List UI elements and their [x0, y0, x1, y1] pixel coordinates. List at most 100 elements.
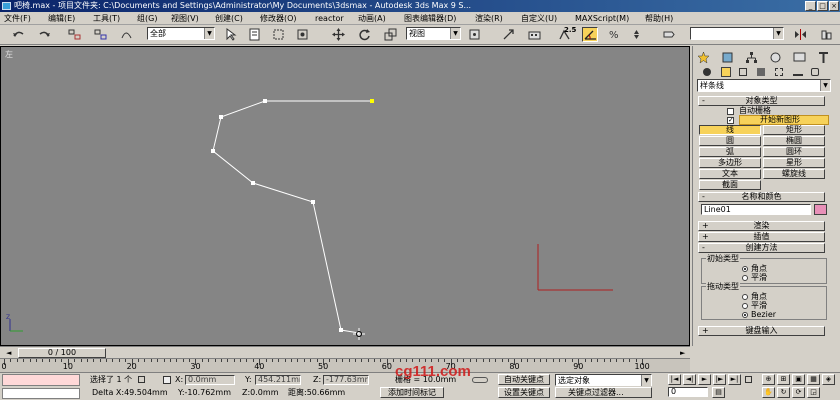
maximize-button[interactable]: □ [817, 1, 828, 11]
named-selection-dropdown[interactable]: ▼ [690, 27, 784, 40]
rendering-rollout-header[interactable]: + 渲染 [698, 221, 825, 231]
close-button[interactable]: × [829, 1, 839, 11]
y-coord-field[interactable]: 454.211mm [255, 375, 301, 385]
add-time-tag-button[interactable]: 添加时间标记 [380, 387, 444, 398]
select-object-icon[interactable] [222, 27, 238, 42]
left-viewport[interactable]: 左 Z [0, 46, 690, 346]
select-and-rotate-icon[interactable] [356, 27, 372, 42]
menu-animation[interactable]: 动画(A) [358, 13, 386, 24]
menu-edit[interactable]: 编辑(E) [48, 13, 75, 24]
maximize-viewport-icon[interactable]: ◲ [807, 387, 820, 398]
current-frame-field[interactable]: 0 [668, 387, 708, 397]
lock-selection-icon[interactable] [138, 376, 145, 383]
align-icon[interactable] [818, 27, 834, 42]
set-key-button[interactable]: 设置关键点 [498, 387, 550, 398]
object-type-rollout-header[interactable]: - 对象类型 [698, 96, 825, 106]
maxscript-output-mini[interactable] [2, 388, 80, 399]
x-coord-field[interactable]: 0.0mm [185, 375, 235, 385]
arc-rotate-icon[interactable]: ↻ [777, 387, 790, 398]
chevron-left-icon[interactable]: ◄ [6, 349, 11, 357]
absolute-mode-icon[interactable] [163, 376, 171, 384]
bind-space-warp-icon[interactable] [118, 27, 134, 42]
time-slider-thumb[interactable]: 0 / 100 [18, 348, 106, 358]
first-vertex[interactable] [370, 99, 374, 103]
select-and-manipulate-icon[interactable] [500, 27, 516, 42]
menu-modifiers[interactable]: 修改器(O) [260, 13, 297, 24]
menu-help[interactable]: 帮助(H) [645, 13, 673, 24]
z-coord-field[interactable]: -177.63mm [323, 375, 369, 385]
drag-bezier-radio[interactable]: Bezier [742, 310, 776, 319]
zoom-all-icon[interactable]: ⊞ [777, 374, 790, 385]
go-to-end-icon[interactable]: ►| [728, 374, 741, 385]
creation-method-rollout-header[interactable]: - 创建方法 [698, 243, 825, 253]
spline-vertex[interactable] [219, 115, 223, 119]
time-slider-track[interactable]: ◄ 0 / 100 ► [0, 346, 690, 358]
zoom-icon[interactable]: ⊕ [762, 374, 775, 385]
interpolation-rollout-header[interactable]: + 插值 [698, 232, 825, 242]
field-of-view-icon[interactable]: ◈ [822, 374, 835, 385]
lights-icon[interactable] [739, 68, 747, 76]
minimize-button[interactable]: _ [805, 1, 816, 11]
orbit-icon[interactable]: ⟳ [792, 387, 805, 398]
arc-button[interactable]: 弧 [699, 147, 761, 157]
unlink-icon[interactable] [92, 27, 108, 42]
tab-hierarchy-icon[interactable] [743, 50, 759, 65]
menu-file[interactable]: 文件(F) [4, 13, 31, 24]
keyboard-shortcut-override-icon[interactable] [526, 27, 542, 42]
spline-line01[interactable] [212, 100, 372, 334]
space-warps-icon[interactable] [793, 68, 803, 76]
initial-corner-radio[interactable]: 角点 [742, 264, 767, 273]
menu-group[interactable]: 组(G) [137, 13, 157, 24]
menu-create[interactable]: 创建(C) [215, 13, 243, 24]
next-frame-icon[interactable]: |► [713, 374, 726, 385]
play-icon[interactable]: ► [698, 374, 711, 385]
chevron-right-icon[interactable]: ► [680, 349, 685, 357]
object-name-field[interactable]: Line01 [701, 204, 811, 215]
tab-modify-icon[interactable] [719, 50, 735, 65]
tab-utilities-icon[interactable] [815, 50, 831, 65]
geometry-icon[interactable] [703, 68, 711, 76]
helix-button[interactable]: 螺旋线 [763, 169, 825, 179]
key-filter-select-dropdown[interactable]: 选定对象 ▼ [555, 374, 652, 386]
shapes-icon[interactable] [721, 67, 731, 77]
initial-smooth-radio[interactable]: 平滑 [742, 273, 767, 282]
window-crossing-icon[interactable] [294, 27, 310, 42]
pivot-center-icon[interactable] [466, 27, 482, 42]
reference-coordinate-dropdown[interactable]: 视图 ▼ [406, 27, 461, 40]
key-filters-button[interactable]: 关键点过滤器... [555, 387, 652, 398]
redo-icon[interactable] [36, 27, 52, 42]
start-new-shape-checkbox[interactable]: ✓ [727, 117, 734, 124]
tab-motion-icon[interactable] [767, 50, 783, 65]
spline-vertex[interactable] [311, 200, 315, 204]
menu-views[interactable]: 视图(V) [171, 13, 199, 24]
ngon-button[interactable]: 多边形 [699, 158, 761, 168]
spline-vertex[interactable] [263, 99, 267, 103]
named-selection-icon[interactable] [660, 27, 676, 42]
zoom-extents-icon[interactable]: ▣ [792, 374, 805, 385]
menu-tools[interactable]: 工具(T) [93, 13, 120, 24]
menu-reactor[interactable]: reactor [315, 13, 344, 24]
star-button[interactable]: 星形 [763, 158, 825, 168]
cameras-icon[interactable] [757, 68, 765, 76]
pan-icon[interactable]: ✋ [762, 387, 775, 398]
systems-icon[interactable] [811, 68, 819, 76]
percent-snap-icon[interactable]: % [606, 27, 622, 42]
auto-key-button[interactable]: 自动关键点 [498, 374, 550, 385]
select-and-move-icon[interactable] [330, 27, 346, 42]
text-button[interactable]: 文本 [699, 169, 761, 179]
spline-vertex[interactable] [339, 328, 343, 332]
donut-button[interactable]: 圆环 [763, 147, 825, 157]
rectangle-button[interactable]: 矩形 [763, 125, 825, 135]
select-by-name-icon[interactable] [246, 27, 262, 42]
keyboard-entry-rollout-header[interactable]: + 键盘输入 [698, 326, 825, 336]
previous-frame-icon[interactable]: ◄| [683, 374, 696, 385]
menu-rendering[interactable]: 渲染(R) [475, 13, 503, 24]
name-color-rollout-header[interactable]: - 名称和颜色 [698, 192, 825, 202]
select-and-link-icon[interactable] [66, 27, 82, 42]
menu-graph-editors[interactable]: 图表编辑器(D) [404, 13, 456, 24]
undo-icon[interactable] [10, 27, 26, 42]
spline-vertex[interactable] [251, 181, 255, 185]
circle-button[interactable]: 圆 [699, 136, 761, 146]
spline-vertex[interactable] [211, 149, 215, 153]
object-color-swatch[interactable] [814, 204, 827, 215]
